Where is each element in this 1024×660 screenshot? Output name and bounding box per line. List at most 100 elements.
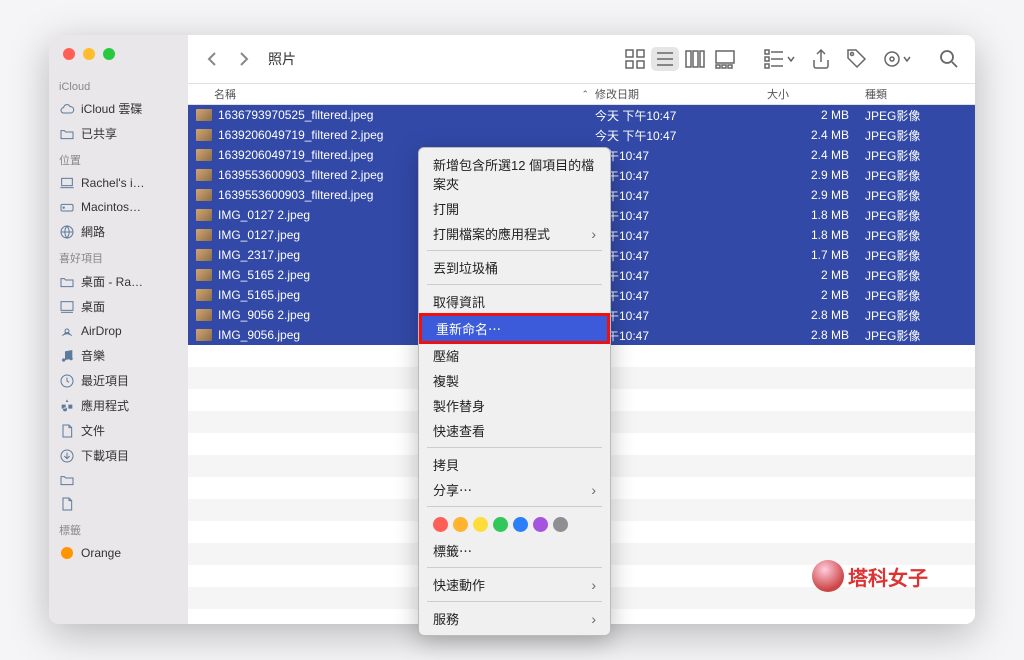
sidebar-item[interactable] [49, 492, 188, 516]
menu-item[interactable]: 分享⋯ [419, 477, 610, 502]
globe-icon [59, 224, 75, 240]
cloud-icon [59, 101, 75, 117]
doc-icon [59, 423, 75, 439]
file-date: 下午10:47 [595, 327, 767, 344]
file-date: 下午10:47 [595, 187, 767, 204]
tags-button[interactable] [843, 47, 871, 71]
sidebar-item-label: 桌面 [81, 298, 105, 315]
column-name[interactable]: 名稱⌃ [188, 86, 595, 102]
search-button[interactable] [935, 47, 963, 71]
menu-item[interactable]: 重新命名⋯ [419, 313, 610, 344]
file-thumbnail-icon [196, 249, 212, 261]
airdrop-icon [59, 323, 75, 339]
action-button[interactable] [879, 47, 915, 71]
menu-item[interactable]: 丟到垃圾桶 [419, 255, 610, 280]
file-name: 1639206049719_filtered 2.jpeg [218, 128, 595, 142]
forward-button[interactable] [232, 47, 256, 71]
file-name: 1636793970525_filtered.jpeg [218, 108, 595, 122]
close-button[interactable] [63, 48, 75, 60]
menu-item-label: 服務 [433, 609, 459, 628]
menu-item-label: 快速動作 [433, 575, 485, 594]
sidebar-item[interactable]: 桌面 [49, 294, 188, 319]
menu-item[interactable]: 快速動作 [419, 572, 610, 597]
menu-item[interactable]: 拷貝 [419, 452, 610, 477]
file-kind: JPEG影像 [865, 207, 975, 224]
menu-item[interactable]: 複製 [419, 368, 610, 393]
tag-color-button[interactable] [513, 517, 528, 532]
menu-item-label: 製作替身 [433, 396, 485, 415]
file-size: 1.8 MB [767, 208, 865, 222]
tag-color-button[interactable] [433, 517, 448, 532]
list-view-button[interactable] [651, 47, 679, 71]
column-view-button[interactable] [681, 47, 709, 71]
context-menu: 新增包含所選12 個項目的檔案夾打開打開檔案的應用程式丟到垃圾桶取得資訊重新命名… [418, 147, 611, 636]
menu-separator [427, 567, 602, 568]
music-icon [59, 348, 75, 364]
share-button[interactable] [807, 47, 835, 71]
file-date: 下午10:47 [595, 147, 767, 164]
column-size[interactable]: 大小 [767, 86, 865, 102]
sidebar-item[interactable] [49, 468, 188, 492]
menu-item[interactable]: 取得資訊 [419, 289, 610, 314]
back-button[interactable] [200, 47, 224, 71]
file-kind: JPEG影像 [865, 287, 975, 304]
menu-item[interactable]: 快速查看 [419, 418, 610, 443]
menu-item[interactable]: 製作替身 [419, 393, 610, 418]
file-row[interactable]: 1636793970525_filtered.jpeg今天 下午10:472 M… [188, 105, 975, 125]
sidebar-item[interactable]: 音樂 [49, 343, 188, 368]
sidebar-item[interactable]: 下載項目 [49, 443, 188, 468]
menu-item[interactable]: 標籤⋯ [419, 538, 610, 563]
tag-color-button[interactable] [473, 517, 488, 532]
sidebar-item[interactable]: iCloud 雲碟 [49, 96, 188, 121]
menu-item[interactable]: 打開檔案的應用程式 [419, 221, 610, 246]
file-size: 2.4 MB [767, 148, 865, 162]
zoom-button[interactable] [103, 48, 115, 60]
sidebar-item-label: iCloud 雲碟 [81, 100, 142, 117]
tag-color-button[interactable] [553, 517, 568, 532]
file-date: 今天 下午10:47 [595, 107, 767, 124]
file-kind: JPEG影像 [865, 107, 975, 124]
gallery-view-button[interactable] [711, 47, 739, 71]
sidebar-section-header: iCloud [49, 75, 188, 96]
menu-item[interactable]: 打開 [419, 196, 610, 221]
tag-color-button[interactable] [533, 517, 548, 532]
menu-item[interactable]: 壓縮 [419, 343, 610, 368]
tag-color-button[interactable] [493, 517, 508, 532]
menu-item-label: 標籤⋯ [433, 541, 472, 560]
sidebar-item[interactable]: 已共享 [49, 121, 188, 146]
file-kind: JPEG影像 [865, 247, 975, 264]
icon-view-button[interactable] [621, 47, 649, 71]
minimize-button[interactable] [83, 48, 95, 60]
menu-separator [427, 506, 602, 507]
column-headers: 名稱⌃ 修改日期 大小 種類 [188, 83, 975, 105]
column-date[interactable]: 修改日期 [595, 86, 767, 102]
file-date: 下午10:47 [595, 167, 767, 184]
sidebar-item[interactable]: AirDrop [49, 319, 188, 343]
menu-item[interactable]: 服務 [419, 606, 610, 631]
menu-item[interactable]: 新增包含所選12 個項目的檔案夾 [419, 152, 610, 196]
sidebar-item[interactable]: Orange [49, 541, 188, 565]
sidebar-item[interactable]: Rachel's i… [49, 171, 188, 195]
sidebar-item[interactable]: 最近項目 [49, 368, 188, 393]
file-size: 2 MB [767, 108, 865, 122]
tag-color-button[interactable] [453, 517, 468, 532]
sidebar-item[interactable]: Macintos… [49, 195, 188, 219]
file-row[interactable]: 1639206049719_filtered 2.jpeg今天 下午10:472… [188, 125, 975, 145]
column-kind[interactable]: 種類 [865, 86, 975, 102]
sidebar-item[interactable]: 網路 [49, 219, 188, 244]
file-size: 1.8 MB [767, 228, 865, 242]
view-switcher [621, 47, 739, 71]
file-kind: JPEG影像 [865, 227, 975, 244]
file-size: 1.7 MB [767, 248, 865, 262]
sidebar-item[interactable]: 文件 [49, 418, 188, 443]
file-date: 下午10:47 [595, 287, 767, 304]
file-kind: JPEG影像 [865, 267, 975, 284]
sidebar-item-label: 已共享 [81, 125, 117, 142]
sidebar-item[interactable]: 應用程式 [49, 393, 188, 418]
menu-separator [427, 284, 602, 285]
sidebar-item[interactable]: 桌面 - Ra… [49, 269, 188, 294]
group-by-button[interactable] [759, 47, 799, 71]
sidebar-item-label: Rachel's i… [81, 176, 145, 190]
desktop-icon [59, 299, 75, 315]
file-thumbnail-icon [196, 109, 212, 121]
